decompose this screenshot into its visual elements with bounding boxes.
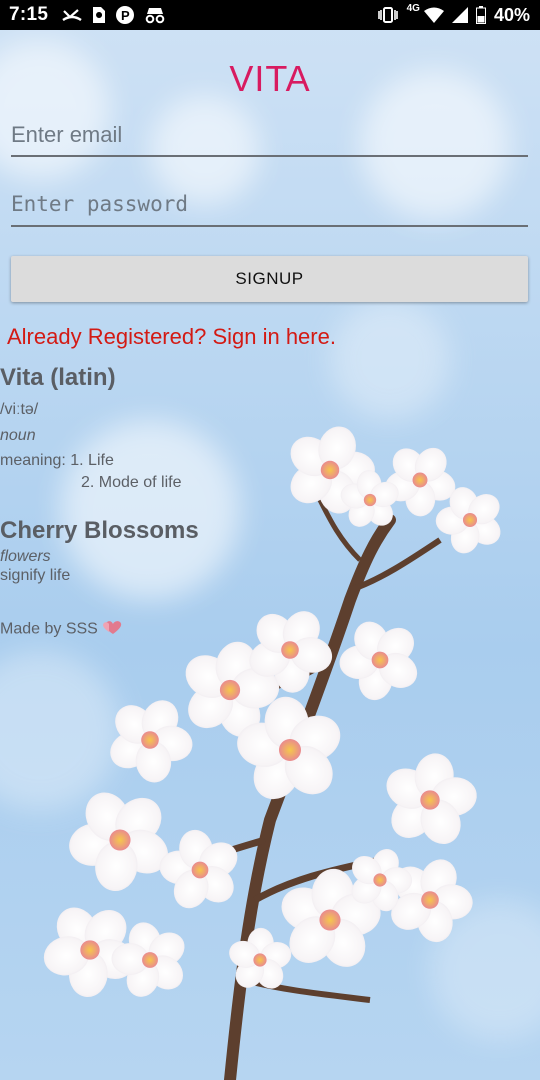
status-time: 7:15 — [9, 4, 49, 25]
status-bar: 7:15 P 4G 40% — [0, 0, 540, 30]
app-title: VITA — [229, 58, 311, 99]
heart-icon — [102, 618, 122, 641]
incognito-icon — [144, 6, 166, 24]
definition-pronunciation: /viːtə/ — [0, 401, 39, 418]
blossom-flower — [159, 829, 238, 909]
definition-word: Vita (latin) — [0, 364, 116, 391]
parking-icon: P — [116, 6, 135, 24]
signup-button[interactable]: SIGNUP — [11, 256, 528, 302]
blossom-flower — [69, 792, 168, 892]
battery-icon — [475, 6, 486, 24]
wifi-icon — [423, 7, 444, 23]
signin-link[interactable]: Already Registered? Sign in here. — [7, 324, 336, 350]
credit-text: Made by SSS — [0, 620, 98, 638]
blossom-flower — [339, 621, 418, 701]
definition-meaning-1: meaning: 1. Life — [0, 452, 114, 469]
blossoms-text: signify life — [0, 567, 71, 584]
blossom-flower — [386, 753, 477, 844]
blossoms-heading: Cherry Blossoms — [0, 517, 199, 544]
blossom-flower — [384, 447, 456, 517]
definition-meaning-2: 2. Mode of life — [81, 474, 182, 491]
password-input[interactable] — [11, 192, 528, 220]
email-input[interactable] — [11, 122, 528, 152]
vibrate-icon — [377, 6, 399, 24]
blossom-flower — [110, 700, 193, 783]
definition-part-of-speech: noun — [0, 427, 36, 444]
svg-text:P: P — [121, 8, 130, 23]
missed-call-icon — [62, 6, 82, 24]
credit-line: Made by SSS — [0, 618, 122, 641]
password-field-container — [11, 192, 528, 227]
blossoms-category: flowers — [0, 548, 51, 565]
email-field-container — [11, 122, 528, 157]
sim-card-icon — [92, 6, 106, 24]
network-type: 4G — [406, 3, 420, 14]
battery-percent: 40% — [493, 4, 530, 25]
signal-icon — [451, 7, 468, 23]
